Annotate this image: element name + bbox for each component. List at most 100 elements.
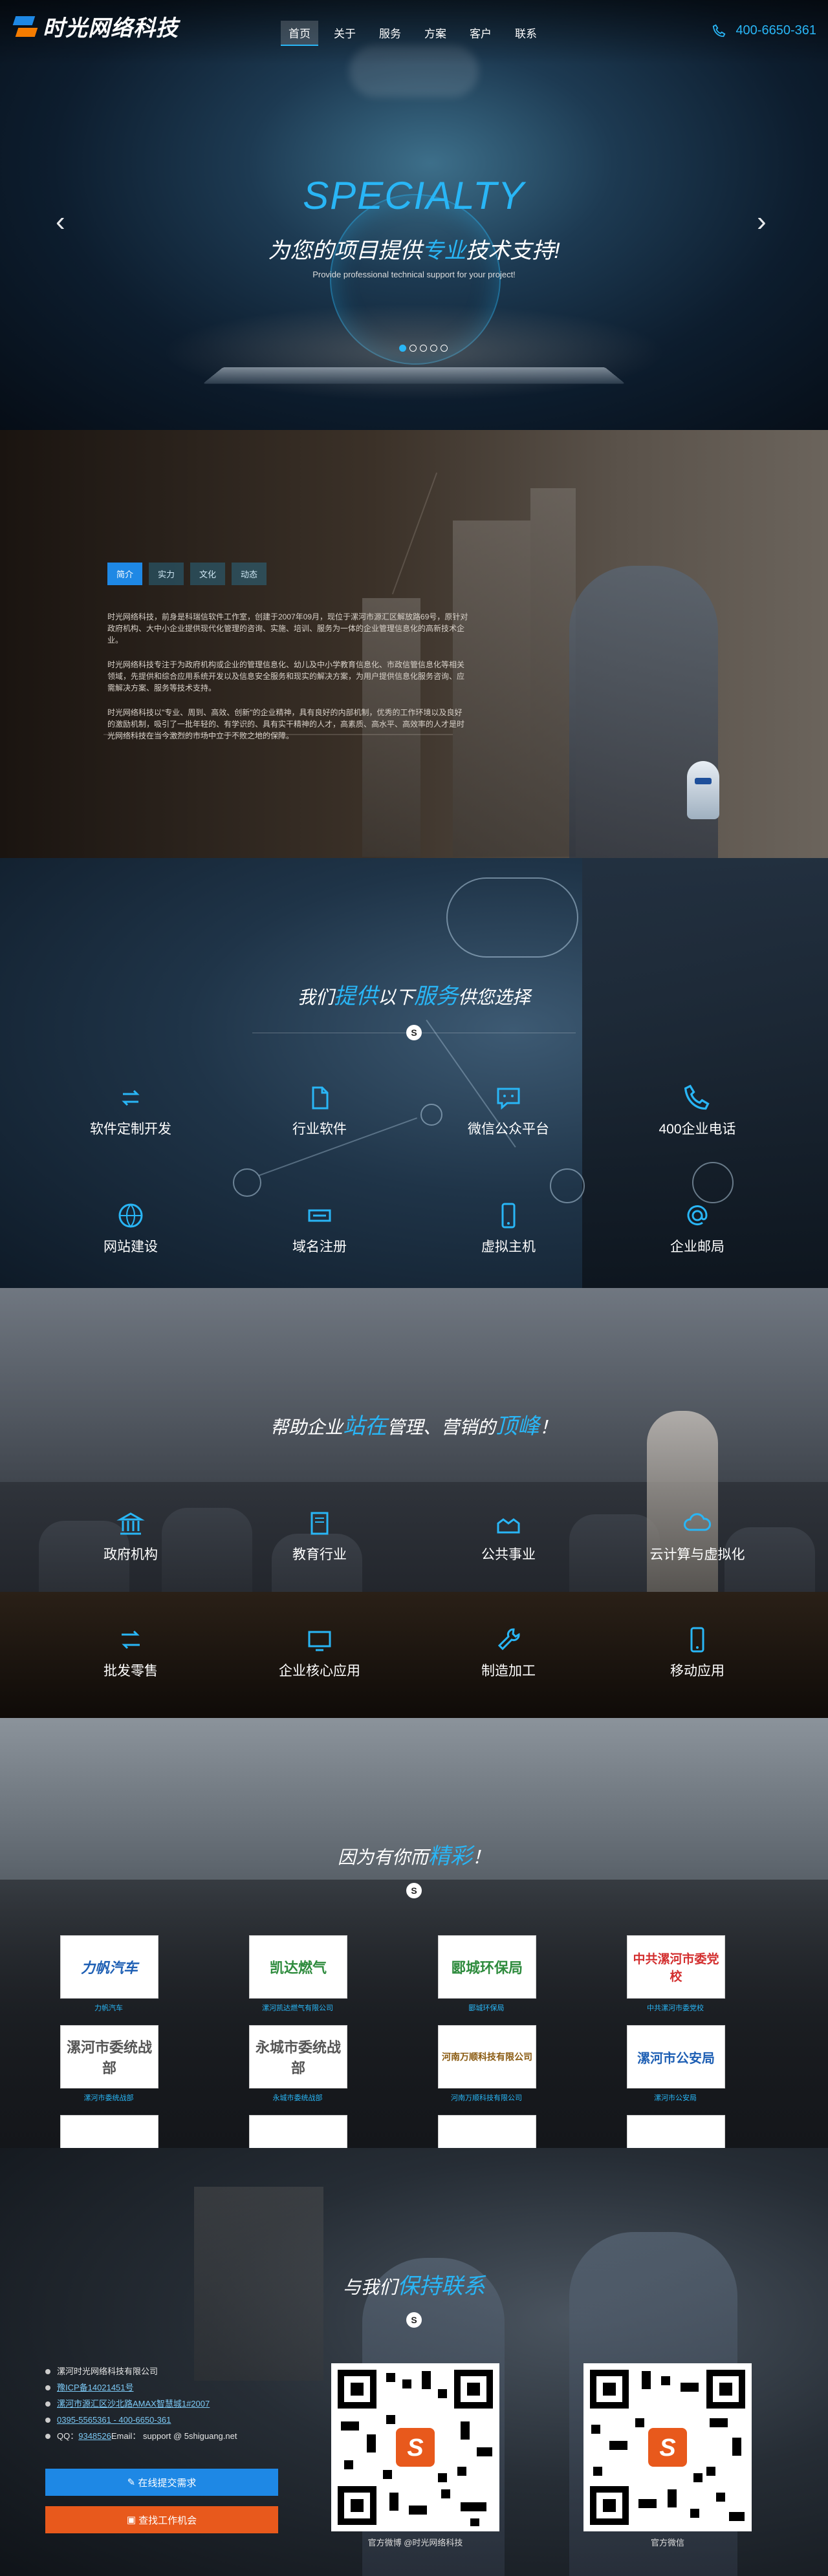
logo-text: 时光网络科技 bbox=[43, 16, 179, 41]
client-caption: 漯河凯达燃气有限公司 bbox=[262, 2004, 333, 2012]
network-node bbox=[420, 1104, 442, 1126]
slide-dot[interactable] bbox=[441, 345, 448, 352]
phone-link[interactable]: 0395-5565361 - 400-6650-361 bbox=[57, 2412, 171, 2428]
sketch-arrow bbox=[391, 472, 438, 595]
logo-badge-icon: S bbox=[406, 2312, 422, 2328]
industry-mobile[interactable]: 移动应用 bbox=[633, 1623, 762, 1680]
client-caption: 漯河市委统战部 bbox=[83, 2094, 134, 2102]
shield-icon bbox=[45, 2385, 50, 2390]
network-node bbox=[550, 1168, 585, 1203]
logo[interactable]: 时光网络科技 bbox=[12, 10, 179, 42]
location-icon bbox=[45, 2401, 50, 2407]
header-phone[interactable]: 400-6650-361 bbox=[712, 23, 816, 38]
contact-info: 漯河时光网络科技有限公司 豫ICP备14021451号 漯河市源汇区沙北路AMA… bbox=[45, 2363, 237, 2444]
slide-dot[interactable] bbox=[430, 345, 437, 352]
icp-link[interactable]: 豫ICP备14021451号 bbox=[57, 2379, 134, 2396]
nav-item-about[interactable]: 关于 bbox=[326, 21, 364, 46]
service-industry-software[interactable]: 行业软件 bbox=[255, 1081, 384, 1138]
slide-dot[interactable] bbox=[420, 345, 427, 352]
intro-text: 时光网络科技，前身是科瑞信软件工作室，创建于2007年09月，现位于漯河市源汇区… bbox=[107, 611, 470, 755]
slide-dot[interactable] bbox=[409, 345, 417, 352]
globe-icon bbox=[118, 1203, 143, 1228]
service-website[interactable]: 网站建设 bbox=[66, 1199, 195, 1256]
logo-badge-icon: S bbox=[406, 1025, 422, 1040]
service-domain[interactable]: 域名注册 bbox=[255, 1199, 384, 1256]
clients-heading: 因为有你而精彩！ bbox=[337, 1844, 491, 1869]
main-menu: 首页 关于 服务 方案 客户 联系 bbox=[281, 21, 552, 46]
service-hosting[interactable]: 虚拟主机 bbox=[444, 1199, 573, 1256]
client-logo[interactable]: 中共漯河市委党校 bbox=[627, 1935, 725, 1999]
domain-icon bbox=[308, 1209, 331, 1222]
briefcase-icon: ▣ bbox=[126, 2515, 139, 2526]
logo-mark-icon bbox=[12, 15, 38, 38]
network-node bbox=[233, 1168, 261, 1197]
cloud-graphic bbox=[446, 877, 578, 958]
client-logo-partial[interactable] bbox=[249, 2115, 347, 2149]
nav-item-contact[interactable]: 联系 bbox=[507, 21, 545, 46]
tab-culture[interactable]: 文化 bbox=[190, 563, 226, 585]
industry-education[interactable]: 教育行业 bbox=[255, 1507, 384, 1563]
nav-item-clients[interactable]: 客户 bbox=[462, 21, 499, 46]
building-icon bbox=[45, 2368, 50, 2374]
chevron-left-icon[interactable]: ‹ bbox=[56, 206, 65, 238]
company-name: 漯河时光网络科技有限公司 bbox=[57, 2367, 158, 2376]
client-logo[interactable]: 凯达燃气 bbox=[249, 1935, 347, 1999]
client-logo[interactable]: 郾城环保局 bbox=[438, 1935, 536, 1999]
pencil-icon: ✎ bbox=[127, 2477, 138, 2488]
qq-link[interactable]: 9348526 bbox=[78, 2428, 111, 2444]
submit-request-button[interactable]: ✎ 在线提交需求 bbox=[45, 2469, 278, 2496]
client-logo[interactable]: 漯河市公安局 bbox=[627, 2025, 725, 2088]
public-icon bbox=[497, 1518, 520, 1534]
nav-item-solutions[interactable]: 方案 bbox=[417, 21, 454, 46]
client-caption: 漯河市公安局 bbox=[654, 2094, 697, 2102]
email-text[interactable]: support @ 5shiguang.net bbox=[143, 2428, 237, 2444]
nav-item-services[interactable]: 服务 bbox=[371, 21, 409, 46]
tab-strength[interactable]: 实力 bbox=[149, 563, 184, 585]
exchange-icon bbox=[122, 1630, 140, 1649]
nav-item-home[interactable]: 首页 bbox=[281, 21, 318, 46]
chevron-right-icon[interactable]: › bbox=[757, 206, 767, 238]
industry-public[interactable]: 公共事业 bbox=[444, 1507, 573, 1563]
intro-paragraph: 时光网络科技专注于为政府机构或企业的管理信息化、幼儿及中小学教育信息化、市政信管… bbox=[107, 660, 465, 692]
client-caption: 中共漯河市委党校 bbox=[647, 2004, 704, 2012]
industry-retail[interactable]: 批发零售 bbox=[66, 1623, 195, 1680]
industry-cloud[interactable]: 云计算与虚拟化 bbox=[633, 1507, 762, 1563]
network-node bbox=[692, 1162, 734, 1203]
phone-icon bbox=[45, 2417, 50, 2423]
svg-text:S: S bbox=[407, 2434, 423, 2462]
client-logo[interactable]: 漯河市委统战部 bbox=[60, 2025, 158, 2088]
industry-manufacturing[interactable]: 制造加工 bbox=[444, 1623, 573, 1680]
book-icon bbox=[310, 1512, 329, 1535]
tab-news[interactable]: 动态 bbox=[232, 563, 267, 585]
service-email[interactable]: 企业邮局 bbox=[633, 1199, 762, 1256]
hero-hands-graphic bbox=[162, 304, 666, 401]
client-logo-partial[interactable] bbox=[60, 2115, 158, 2149]
find-jobs-button[interactable]: ▣ 查找工作机会 bbox=[45, 2506, 278, 2533]
client-caption: 永城市委统战部 bbox=[272, 2094, 323, 2102]
client-logo[interactable]: 力帆汽车 bbox=[60, 1935, 158, 1999]
service-software-custom[interactable]: 软件定制开发 bbox=[66, 1081, 195, 1138]
government-icon bbox=[116, 1512, 145, 1535]
client-logo[interactable]: 河南万顺科技有限公司 bbox=[438, 2025, 536, 2088]
weibo-qr-code: S bbox=[331, 2363, 499, 2531]
service-400-phone[interactable]: 400企业电话 bbox=[633, 1081, 762, 1138]
address-link[interactable]: 漯河市源汇区沙北路AMAX智慧城1#2007 bbox=[57, 2396, 210, 2412]
industry-core-apps[interactable]: 企业核心应用 bbox=[255, 1623, 384, 1680]
hero-tablet-graphic bbox=[202, 367, 626, 384]
mobile-icon bbox=[501, 1203, 516, 1229]
service-wechat[interactable]: 微信公众平台 bbox=[444, 1081, 573, 1138]
slide-dot[interactable] bbox=[399, 345, 406, 352]
weibo-qr-caption: 官方微博 @时光网络科技 bbox=[367, 2538, 463, 2548]
chat-icon bbox=[45, 2433, 50, 2439]
services-heading: 我们提供以下服务供您选择 bbox=[297, 984, 531, 1009]
client-logo-partial[interactable] bbox=[438, 2115, 536, 2149]
client-logo[interactable]: 永城市委统战部 bbox=[249, 2025, 347, 2088]
hero-subtitle-en: Provide professional technical support f… bbox=[312, 270, 516, 279]
industry-government[interactable]: 政府机构 bbox=[66, 1507, 195, 1563]
client-caption: 郾城环保局 bbox=[468, 2004, 505, 2012]
wechat-qr-caption: 官方微信 bbox=[650, 2538, 684, 2548]
intro-paragraph: 时光网络科技以"专业、周到、高效、创新"的企业精神，具有良好的内部机制，优秀的工… bbox=[107, 708, 465, 740]
phone-icon bbox=[713, 24, 726, 37]
client-logo-partial[interactable] bbox=[627, 2115, 725, 2149]
tab-intro[interactable]: 简介 bbox=[107, 563, 143, 585]
